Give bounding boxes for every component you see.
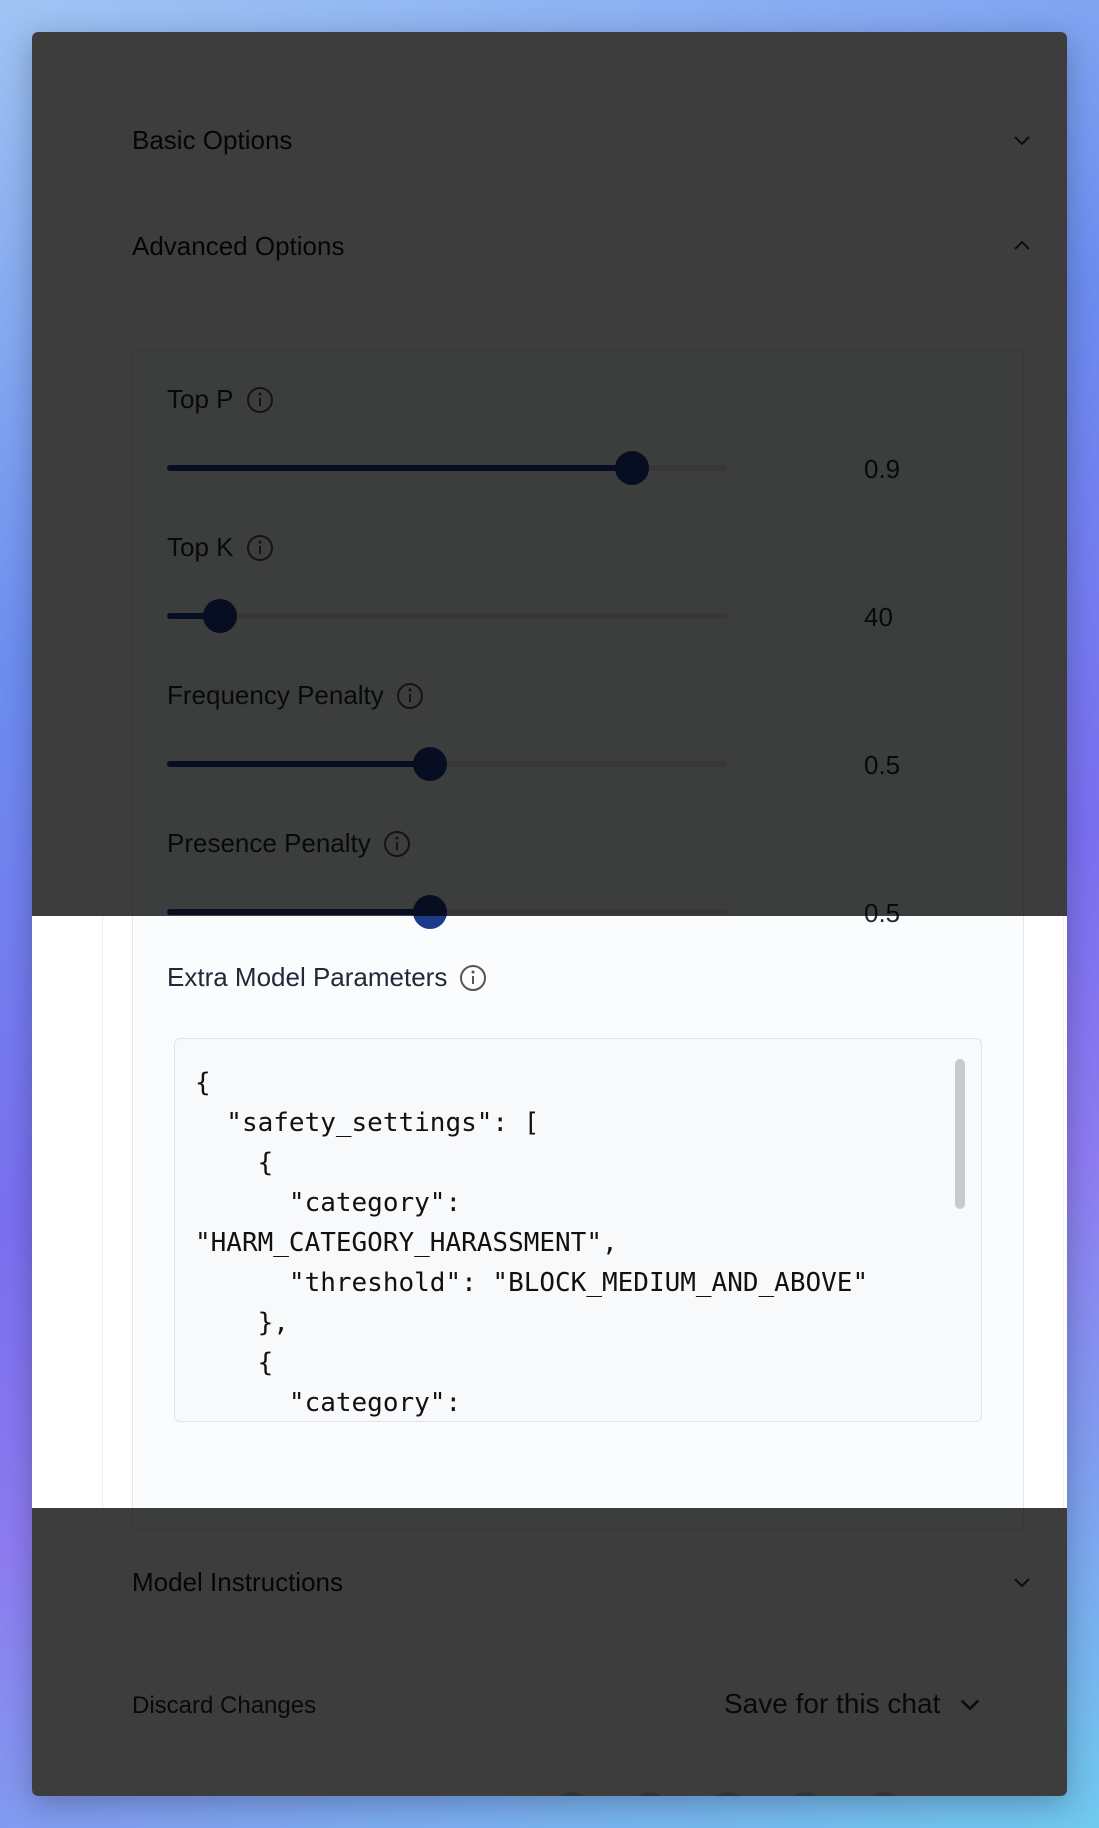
frequency-penalty-value: 0.5 <box>864 750 901 780</box>
top-k-label: Top K <box>167 532 274 563</box>
chevron-down-icon <box>1014 1578 1030 1588</box>
top-k-label-text: Top K <box>167 532 234 562</box>
frequency-penalty-label-text: Frequency Penalty <box>167 680 384 710</box>
discard-changes-button[interactable]: Discard Changes <box>132 1692 316 1720</box>
toolbar-button <box>552 1792 592 1796</box>
toolbar-button <box>786 1792 826 1796</box>
toolbar-button <box>630 1792 670 1796</box>
settings-window: Basic Options Advanced Options Top P 0.9… <box>32 32 1067 1796</box>
presence-penalty-slider[interactable] <box>167 895 727 929</box>
model-instructions-label: Model Instructions <box>132 1566 343 1597</box>
top-k-slider[interactable] <box>167 599 727 633</box>
info-icon[interactable] <box>383 830 411 858</box>
top-p-slider-fill <box>167 465 632 471</box>
presence-penalty-value: 0.5 <box>864 898 901 928</box>
top-p-label-text: Top P <box>167 384 234 414</box>
frequency-penalty-slider-thumb[interactable] <box>413 747 448 781</box>
toolbar-button <box>864 1792 904 1796</box>
info-icon[interactable] <box>246 386 274 414</box>
top-p-value: 0.9 <box>864 454 901 484</box>
extra-params-label: Extra Model Parameters <box>167 962 487 993</box>
background-toolbar <box>552 1792 904 1796</box>
extra-params-code[interactable]: { "safety_settings": [ { "category": "HA… <box>175 1039 981 1421</box>
top-p-slider[interactable] <box>167 451 727 485</box>
chevron-down-icon <box>961 1699 980 1711</box>
basic-options-label: Basic Options <box>132 124 293 155</box>
info-icon[interactable] <box>246 534 274 562</box>
extra-params-editor[interactable]: { "safety_settings": [ { "category": "HA… <box>174 1038 982 1422</box>
top-k-value: 40 <box>864 602 893 632</box>
frequency-penalty-slider-fill <box>167 761 431 767</box>
save-for-chat-label: Save for this chat <box>724 1688 941 1719</box>
model-instructions-header[interactable]: Model Instructions <box>132 1552 1032 1612</box>
chevron-up-icon <box>1014 240 1030 250</box>
save-for-chat-button[interactable]: Save for this chat <box>724 1688 982 1720</box>
top-k-slider-thumb[interactable] <box>203 599 238 633</box>
presence-penalty-label: Presence Penalty <box>167 828 411 859</box>
chevron-down-icon <box>1014 136 1030 146</box>
advanced-options-header[interactable]: Advanced Options <box>132 216 1032 276</box>
top-p-label: Top P <box>167 384 274 415</box>
info-icon[interactable] <box>396 682 424 710</box>
info-icon[interactable] <box>459 964 487 992</box>
presence-penalty-slider-thumb[interactable] <box>413 895 448 929</box>
top-p-slider-thumb[interactable] <box>614 451 649 485</box>
extra-params-label-text: Extra Model Parameters <box>167 962 448 992</box>
presence-penalty-label-text: Presence Penalty <box>167 828 371 858</box>
frequency-penalty-label: Frequency Penalty <box>167 680 424 711</box>
basic-options-header[interactable]: Basic Options <box>132 110 1032 170</box>
editor-scrollbar[interactable] <box>955 1059 965 1209</box>
presence-penalty-slider-fill <box>167 909 431 915</box>
advanced-options-label: Advanced Options <box>132 230 345 261</box>
frequency-penalty-slider[interactable] <box>167 747 727 781</box>
toolbar-button <box>708 1792 748 1796</box>
